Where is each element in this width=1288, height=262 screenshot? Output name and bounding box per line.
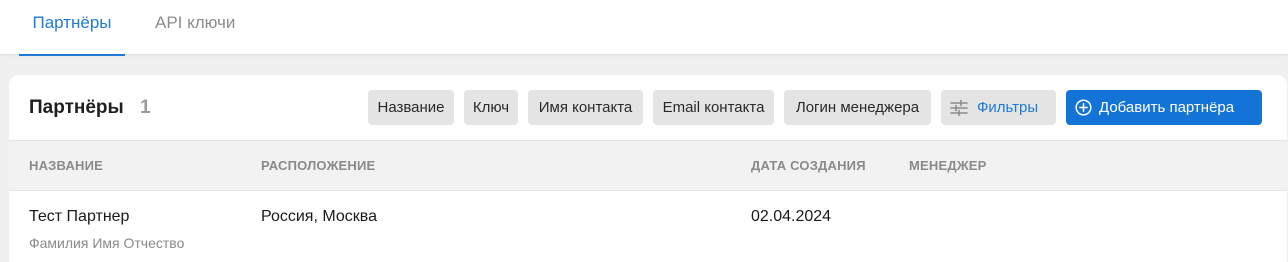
- search-chip-key[interactable]: Ключ: [464, 90, 518, 125]
- partners-card: Партнёры 1 Название Ключ Имя контакта Em…: [9, 75, 1287, 262]
- partner-contact: Фамилия Имя Отчество: [29, 235, 185, 251]
- tab-bar: Партнёры API ключи: [0, 0, 1288, 56]
- search-chip-manager-login[interactable]: Логин менеджера: [784, 90, 931, 125]
- tab-partners[interactable]: Партнёры: [19, 0, 125, 56]
- search-chip-name[interactable]: Название: [368, 90, 454, 125]
- plus-circle-icon: [1075, 99, 1092, 116]
- filters-label: Фильтры: [977, 99, 1039, 116]
- table-header: НАЗВАНИЕ РАСПОЛОЖЕНИЕ ДАТА СОЗДАНИЯ МЕНЕ…: [9, 140, 1287, 191]
- column-header-manager[interactable]: МЕНЕДЖЕР: [909, 158, 987, 173]
- column-header-created[interactable]: ДАТА СОЗДАНИЯ: [751, 158, 866, 173]
- table-row[interactable]: Тест Партнер Фамилия Имя Отчество Россия…: [9, 191, 1287, 262]
- search-chip-contact-name[interactable]: Имя контакта: [528, 90, 643, 125]
- partner-created-date: 02.04.2024: [751, 208, 832, 225]
- partner-name[interactable]: Тест Партнер: [29, 208, 129, 226]
- search-chip-contact-email[interactable]: Email контакта: [653, 90, 774, 125]
- tab-api-keys[interactable]: API ключи: [155, 0, 235, 55]
- sliders-icon: [950, 99, 968, 117]
- add-partner-button[interactable]: Добавить партнёра: [1066, 90, 1262, 125]
- column-header-location[interactable]: РАСПОЛОЖЕНИЕ: [261, 158, 375, 173]
- card-header: Партнёры 1 Название Ключ Имя контакта Em…: [9, 75, 1287, 140]
- partner-location: Россия, Москва: [261, 208, 377, 225]
- add-partner-label: Добавить партнёра: [1099, 99, 1235, 116]
- partners-count: 1: [140, 97, 151, 118]
- column-header-name[interactable]: НАЗВАНИЕ: [29, 158, 103, 173]
- filters-button[interactable]: Фильтры: [941, 90, 1056, 125]
- page-title: Партнёры: [29, 97, 124, 118]
